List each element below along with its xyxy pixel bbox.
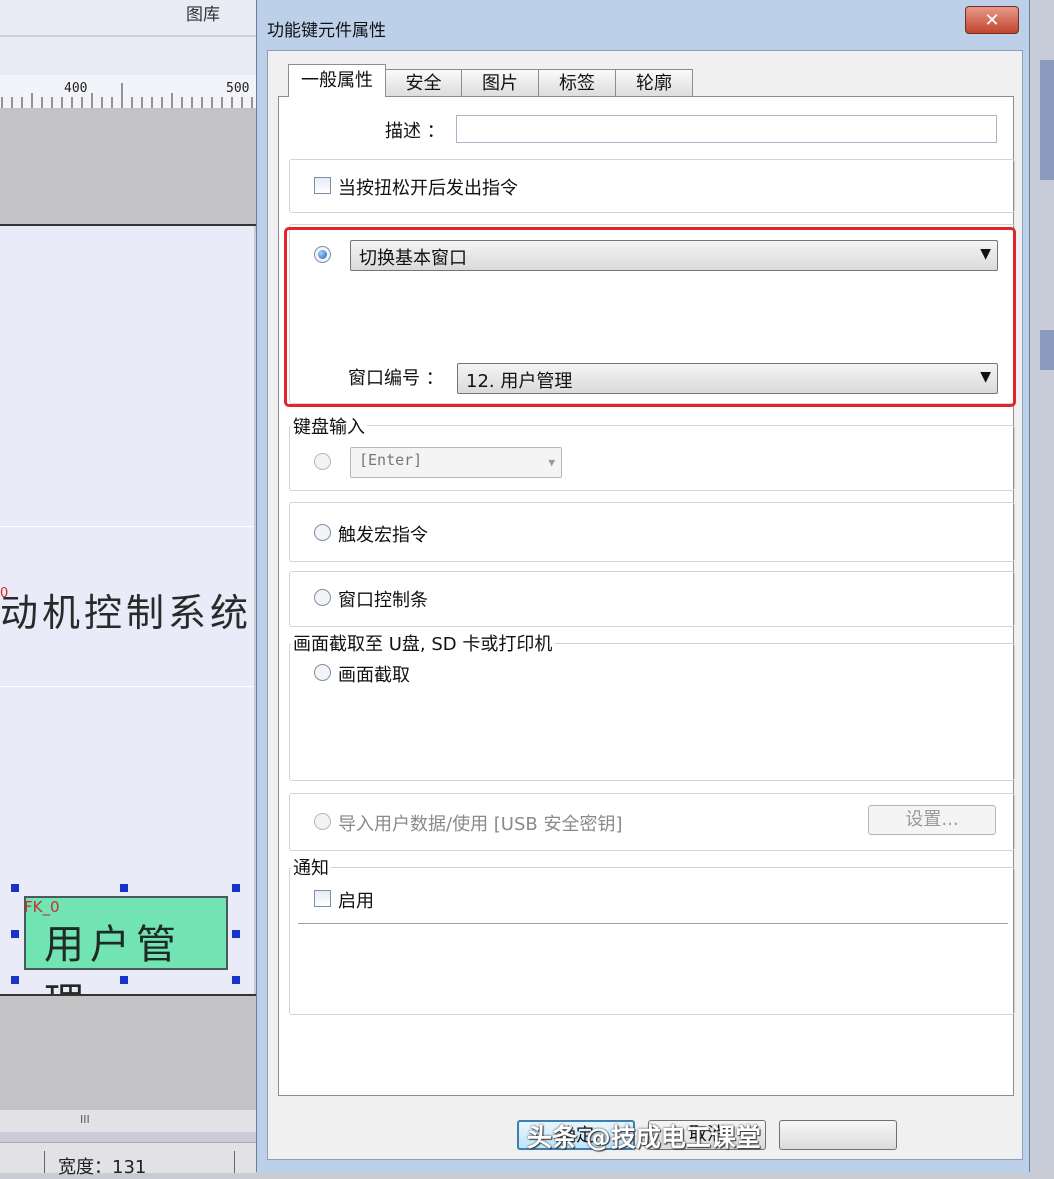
capture-radio[interactable] [314, 664, 331, 681]
window-bar-radio[interactable] [314, 589, 331, 606]
horizontal-scrollbar[interactable]: III [0, 1110, 256, 1132]
description-label: 描述 ： [385, 121, 445, 142]
macro-label: 触发宏指令 [338, 525, 428, 546]
tab-general[interactable]: 一般属性 [288, 64, 386, 97]
window-bar-label: 窗口控制条 [338, 590, 428, 611]
resize-handle[interactable] [11, 930, 19, 938]
tab-security[interactable]: 安全 [385, 69, 462, 97]
function-key-properties-dialog: 功能键元件属性 ✕ 一般属性 安全 图片 标签 轮廓 描述 ： 当按扭松开后发出… [256, 0, 1030, 1172]
release-checkbox-label: 当按扭松开后发出指令 [338, 178, 518, 199]
scroll-grip-icon[interactable]: III [80, 1113, 90, 1126]
library-panel: 图库 [0, 0, 260, 75]
panel-divider [0, 35, 260, 37]
macro-group: 触发宏指令 [289, 502, 1015, 562]
resize-handle[interactable] [232, 930, 240, 938]
canvas-title-text[interactable]: 动机控制系统 [0, 582, 252, 637]
background-block [1040, 60, 1054, 180]
tab-picture[interactable]: 图片 [461, 69, 539, 97]
help-button[interactable] [779, 1120, 897, 1150]
ruler-ticks [1, 83, 253, 108]
enable-notice-checkbox[interactable] [314, 890, 331, 907]
background-block [1040, 330, 1054, 370]
release-option-group: 当按扭松开后发出指令 [289, 159, 1015, 213]
import-radio[interactable] [314, 813, 331, 830]
keyboard-input-radio[interactable] [314, 453, 331, 470]
capture-group: 画面截取 [289, 643, 1015, 781]
workspace-margin-bottom [0, 994, 256, 1112]
description-input[interactable] [456, 115, 997, 143]
horizontal-ruler: 400 500 [0, 75, 260, 109]
macro-radio[interactable] [314, 524, 331, 541]
notice-group-title: 通知 [291, 854, 331, 880]
close-icon: ✕ [984, 10, 1000, 31]
canvas-guide-line [0, 686, 254, 687]
tab-label[interactable]: 标签 [538, 69, 616, 97]
tab-outline[interactable]: 轮廓 [615, 69, 693, 97]
status-bar: 宽度：131 [0, 1142, 256, 1178]
keyboard-input-group: [Enter] ▼ [289, 425, 1015, 491]
window-bar-group: 窗口控制条 [289, 571, 1015, 627]
resize-handle[interactable] [232, 976, 240, 984]
resize-handle[interactable] [11, 976, 19, 984]
import-group: 导入用户数据/使用 [USB 安全密钥] 设置... [289, 793, 1015, 851]
resize-handle[interactable] [232, 884, 240, 892]
notice-group: 启用 [289, 867, 1015, 1015]
release-checkbox[interactable] [314, 177, 331, 194]
keyboard-input-group-title: 键盘输入 [291, 413, 367, 439]
keyboard-key-value: [Enter] [359, 451, 423, 469]
dialog-client-area: 一般属性 安全 图片 标签 轮廓 描述 ： 当按扭松开后发出指令 切换基本窗口 … [267, 50, 1023, 1160]
notice-divider [298, 923, 1008, 924]
resize-handle[interactable] [120, 976, 128, 984]
chevron-down-icon: ▼ [548, 456, 555, 469]
capture-group-title: 画面截取至 U盘, SD 卡或打印机 [291, 630, 555, 656]
general-tab-panel: 描述 ： 当按扭松开后发出指令 切换基本窗口 ▼ 窗口编号 ： 12. 用户管理… [278, 96, 1016, 1096]
library-title: 图库 [186, 5, 220, 25]
status-divider [234, 1151, 235, 1173]
capture-label: 画面截取 [338, 665, 410, 686]
right-background-panel [1030, 0, 1054, 1172]
resize-handle[interactable] [11, 884, 19, 892]
settings-button[interactable]: 设置... [868, 805, 996, 835]
status-width: 宽度：131 [58, 1157, 147, 1178]
canvas-guide-line [0, 526, 254, 527]
enable-notice-label: 启用 [338, 891, 374, 912]
dialog-title: 功能键元件属性 [267, 21, 386, 41]
status-divider [44, 1151, 45, 1173]
function-key-id-label: FK_0 [24, 898, 60, 916]
ruler-label-400: 400 [64, 81, 88, 96]
close-button[interactable]: ✕ [965, 6, 1019, 34]
highlight-box [284, 227, 1016, 407]
keyboard-key-select[interactable]: [Enter] ▼ [350, 447, 562, 478]
watermark: 头条 @技成电工课堂 [527, 1123, 761, 1152]
resize-handle[interactable] [120, 884, 128, 892]
workspace-margin-top [0, 108, 256, 226]
import-label: 导入用户数据/使用 [USB 安全密钥] [338, 814, 623, 835]
ruler-label-500: 500 [226, 81, 250, 96]
